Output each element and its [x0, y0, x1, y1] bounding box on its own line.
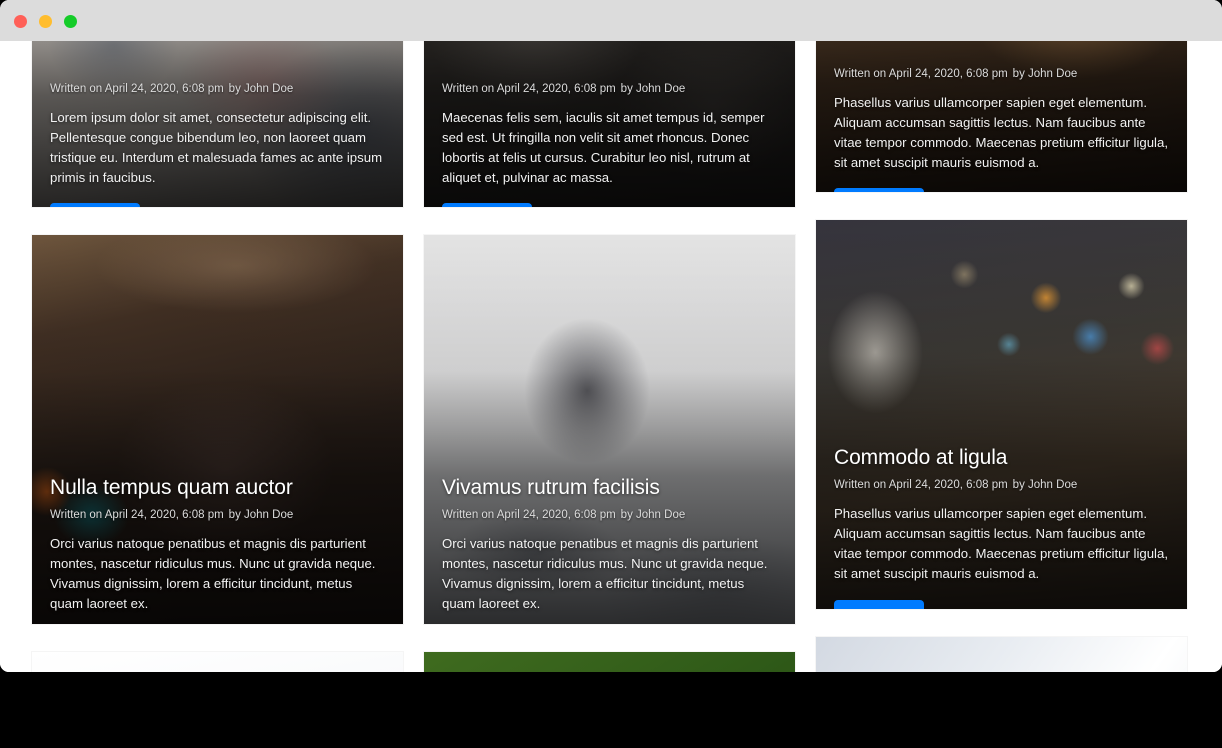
card-content: Written on April 24, 2020, 6:08 pm by Joh…: [32, 83, 403, 207]
read-more-button[interactable]: Read more: [834, 188, 925, 192]
card-title: Nulla tempus quam auctor: [50, 476, 293, 499]
card-r2c2[interactable]: Vivamus rutrum facilisis Written on Apri…: [424, 235, 795, 624]
read-more-button[interactable]: Read more: [442, 203, 533, 207]
card-meta-date: Written on April 24, 2020, 6:08 pm: [50, 83, 224, 95]
card-meta: Written on April 24, 2020, 6:08 pm by Joh…: [834, 479, 1169, 491]
card-meta: Written on April 24, 2020, 6:08 pm by Joh…: [834, 68, 1169, 80]
card-meta-author: by John Doe: [1012, 479, 1078, 492]
card-meta-author: by John Doe: [1012, 68, 1078, 80]
card-r3c3[interactable]: [816, 637, 1187, 672]
browser-window: Written on April 24, 2020, 6:08 pm by Joh…: [0, 0, 1222, 672]
card-r1c2[interactable]: Written on April 24, 2020, 6:08 pm by Joh…: [424, 41, 795, 207]
page-viewport[interactable]: Written on April 24, 2020, 6:08 pm by Joh…: [0, 41, 1222, 672]
minimize-button[interactable]: [39, 15, 52, 28]
window-titlebar: [0, 0, 1222, 41]
card-r1c3[interactable]: Written on April 24, 2020, 6:08 pm by Joh…: [816, 41, 1187, 192]
card-meta-date: Written on April 24, 2020, 6:08 pm: [442, 509, 616, 522]
card-meta-date: Written on April 24, 2020, 6:08 pm: [834, 479, 1008, 492]
card-title: Commodo at ligula: [834, 446, 1008, 469]
card-meta-author: by John Doe: [228, 509, 294, 522]
card-r3c2[interactable]: [424, 652, 795, 672]
card-body-text: Orci varius natoque penatibus et magnis …: [50, 536, 376, 612]
traffic-light-group: [14, 15, 77, 28]
card-photo-image: [816, 637, 1187, 672]
card-meta-author: by John Doe: [228, 83, 294, 95]
card-meta-author: by John Doe: [620, 509, 686, 522]
card-meta: Written on April 24, 2020, 6:08 pm by Joh…: [50, 509, 385, 521]
card-meta: Written on April 24, 2020, 6:08 pm by Joh…: [50, 83, 385, 95]
card-r1c1[interactable]: Written on April 24, 2020, 6:08 pm by Joh…: [32, 41, 403, 207]
card-meta-date: Written on April 24, 2020, 6:08 pm: [50, 509, 224, 522]
card-column-2: Written on April 24, 2020, 6:08 pm by Joh…: [424, 41, 795, 672]
card-meta-author: by John Doe: [620, 83, 686, 95]
card-meta-date: Written on April 24, 2020, 6:08 pm: [834, 68, 1008, 80]
card-photo-image: [424, 652, 795, 672]
card-body-text: Phasellus varius ullamcorper sapien eget…: [834, 95, 1168, 171]
read-more-button[interactable]: Read more: [834, 599, 925, 609]
card-meta: Written on April 24, 2020, 6:08 pm by Joh…: [442, 83, 777, 95]
card-content: Written on April 24, 2020, 6:08 pm by Joh…: [424, 83, 795, 207]
card-meta-date: Written on April 24, 2020, 6:08 pm: [442, 83, 616, 95]
card-r2c3[interactable]: Commodo at ligula Written on April 24, 2…: [816, 220, 1187, 609]
close-button[interactable]: [14, 15, 27, 28]
card-column-1: Written on April 24, 2020, 6:08 pm by Joh…: [32, 41, 403, 672]
card-body-text: Phasellus varius ullamcorper sapien eget…: [834, 506, 1168, 582]
card-r2c1[interactable]: Nulla tempus quam auctor Written on Apri…: [32, 235, 403, 624]
card-r3c1[interactable]: [32, 652, 403, 672]
card-title: Vivamus rutrum facilisis: [442, 476, 660, 499]
card-meta: Written on April 24, 2020, 6:08 pm by Joh…: [442, 509, 777, 521]
card-content: Nulla tempus quam auctor Written on Apri…: [32, 475, 403, 624]
read-more-button[interactable]: Read more: [50, 203, 141, 207]
card-body-text: Lorem ipsum dolor sit amet, consectetur …: [50, 110, 383, 186]
card-photo-image: [32, 652, 403, 672]
card-content: Written on April 24, 2020, 6:08 pm by Joh…: [816, 68, 1187, 192]
card-content: Vivamus rutrum facilisis Written on Apri…: [424, 475, 795, 624]
card-body-text: Orci varius natoque penatibus et magnis …: [442, 536, 768, 612]
zoom-button[interactable]: [64, 15, 77, 28]
card-content: Commodo at ligula Written on April 24, 2…: [816, 445, 1187, 609]
card-body-text: Maecenas felis sem, iaculis sit amet tem…: [442, 110, 765, 186]
card-column-3: Written on April 24, 2020, 6:08 pm by Joh…: [816, 41, 1187, 672]
